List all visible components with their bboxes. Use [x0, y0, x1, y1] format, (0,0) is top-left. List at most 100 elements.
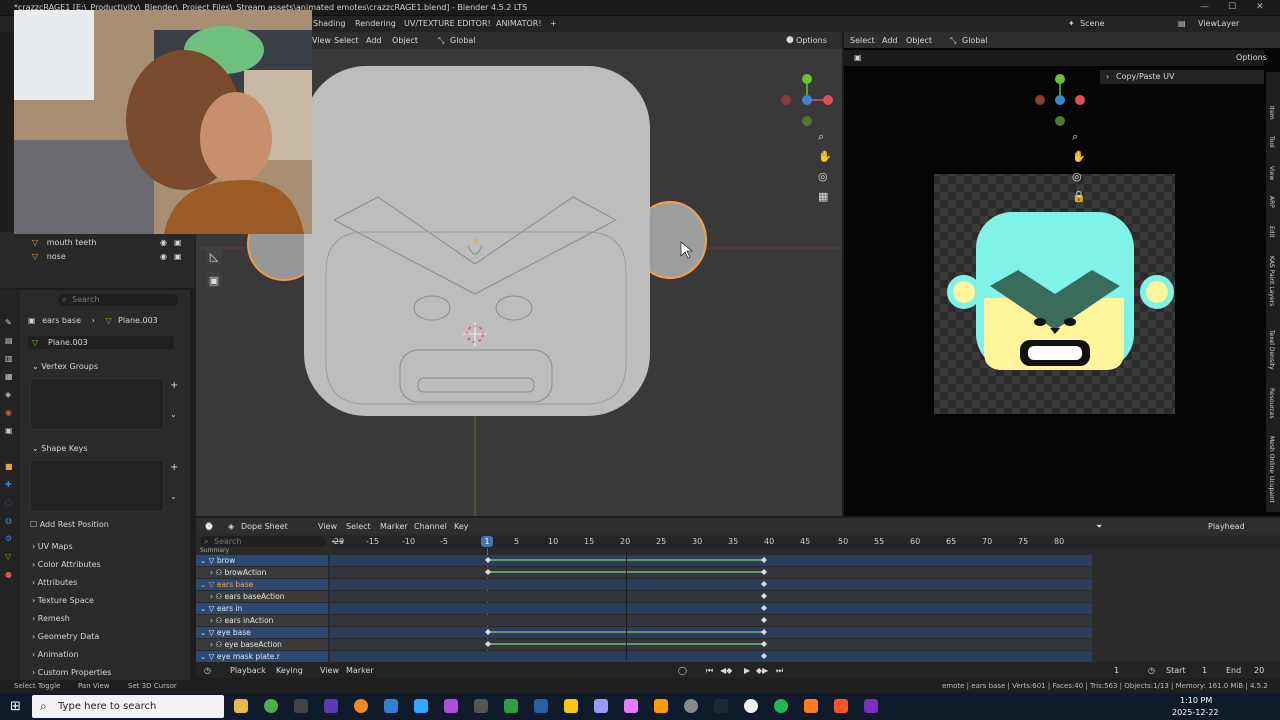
end-frame-field[interactable]: 20 — [1254, 666, 1264, 675]
app-icon[interactable] — [804, 699, 818, 713]
vertex-groups-list[interactable] — [30, 378, 164, 430]
timeline-marker-menu[interactable]: Marker — [346, 666, 374, 675]
render-camera-icon[interactable]: ▣ — [174, 238, 182, 247]
blender-icon[interactable] — [354, 699, 368, 713]
filter-icon[interactable]: ⏷ — [1096, 522, 1102, 532]
start-frame-field[interactable]: 1 — [1202, 666, 1207, 675]
current-frame-field[interactable]: 1 — [1114, 666, 1119, 675]
app-icon[interactable] — [444, 699, 458, 713]
shading-solid-icon[interactable]: ● — [786, 35, 794, 45]
app-icon[interactable] — [744, 699, 758, 713]
dope-menu-key[interactable]: Key — [454, 522, 469, 531]
mesh-name-field[interactable]: ▽ Plane.003 — [28, 336, 174, 349]
data-tab-icon[interactable]: ▽ — [5, 552, 11, 561]
playhead-select[interactable]: Playhead — [1208, 522, 1245, 531]
uv-menu-add[interactable]: Add — [882, 36, 898, 45]
app-icon[interactable] — [384, 699, 398, 713]
uv-editor[interactable]: ⌕ ✋ ◎ 🔒 Item Tool View ARP Edit KAS Pain… — [844, 32, 1280, 516]
vertex-groups-header[interactable]: ⌄ Vertex Groups — [32, 362, 98, 371]
particles-tab-icon[interactable]: ◌ — [5, 498, 12, 507]
transform-orientation-select[interactable]: Global — [450, 36, 476, 45]
render-tab-icon[interactable]: ▤ — [5, 336, 13, 345]
uv-sync-icon[interactable]: ▣ — [854, 53, 862, 62]
app-icon[interactable] — [324, 699, 338, 713]
jump-start-icon[interactable]: ⏮ — [706, 666, 713, 676]
viewlayer-selector[interactable]: ViewLayer — [1198, 19, 1239, 28]
app-icon[interactable] — [864, 699, 878, 713]
shape-key-menu-icon[interactable]: ⌄ — [170, 492, 177, 501]
channel-brow-action[interactable]: › ⚇ browAction — [196, 567, 328, 578]
photoshop-icon[interactable] — [414, 699, 428, 713]
play-app-icon[interactable] — [504, 699, 518, 713]
current-frame-indicator[interactable]: 1 — [481, 536, 493, 547]
autokey-record-icon[interactable]: ◯ — [678, 666, 687, 675]
add-rest-position-checkbox[interactable]: ☐ Add Rest Position — [30, 520, 109, 529]
scene-selector[interactable]: Scene — [1080, 19, 1104, 28]
calculator-icon[interactable] — [534, 699, 548, 713]
object-tab-icon[interactable]: ■ — [5, 462, 13, 471]
uv-tab-ucupaint[interactable]: Ucupaint — [1268, 476, 1275, 503]
steam-icon[interactable] — [714, 699, 728, 713]
app-icon[interactable] — [684, 699, 698, 713]
camera-icon[interactable]: ◎ — [818, 170, 828, 183]
prev-key-icon[interactable]: ◀◆ — [720, 666, 732, 675]
constraints-tab-icon[interactable]: ⚙ — [5, 534, 12, 543]
copy-paste-uv-panel[interactable]: › Copy/Paste UV — [1100, 70, 1264, 84]
uv-tab-texel[interactable]: Texel Density — [1268, 330, 1275, 370]
viewport-menu-object[interactable]: Object — [392, 36, 418, 45]
taskbar-search-input[interactable]: ⌕ Type here to search — [32, 695, 224, 718]
channel-brow[interactable]: ⌄ ▽ brow — [196, 555, 328, 566]
uv-transform-select[interactable]: Global — [962, 36, 988, 45]
uv-tab-view[interactable]: View — [1268, 166, 1275, 180]
section-animation[interactable]: › Animation — [32, 650, 79, 659]
channel-ears-in[interactable]: ⌄ ▽ ears in — [196, 603, 328, 614]
editor-type-icon[interactable]: ⌚ — [204, 522, 214, 531]
jump-end-icon[interactable]: ⏭ — [776, 666, 783, 676]
add-cube-tool-icon[interactable]: ▣ — [206, 272, 222, 288]
after-effects-icon[interactable] — [594, 699, 608, 713]
windows-start-icon[interactable]: ⊞ — [10, 699, 21, 714]
world-tab-icon[interactable]: ◉ — [5, 408, 12, 417]
spotify-icon[interactable] — [774, 699, 788, 713]
dope-mode-select[interactable]: Dope Sheet — [241, 522, 288, 531]
tab-shading[interactable]: Shading — [313, 19, 346, 28]
app-icon[interactable] — [474, 699, 488, 713]
dope-menu-view[interactable]: View — [318, 522, 337, 531]
chrome-icon[interactable] — [264, 699, 278, 713]
vertex-group-menu-icon[interactable]: ⌄ — [170, 410, 177, 419]
timeline-view-menu[interactable]: View — [320, 666, 339, 675]
physics-tab-icon[interactable]: ◍ — [5, 516, 12, 525]
section-remesh[interactable]: › Remesh — [32, 614, 70, 623]
shape-keys-header[interactable]: ⌄ Shape Keys — [32, 444, 88, 453]
next-key-icon[interactable]: ◆▶ — [756, 666, 768, 675]
keying-menu[interactable]: Keying — [276, 666, 303, 675]
minimize-button[interactable]: — — [1200, 2, 1209, 12]
view-layer-tab-icon[interactable]: ▦ — [5, 372, 13, 381]
playback-menu[interactable]: Playback — [230, 666, 266, 675]
output-tab-icon[interactable]: ▥ — [5, 354, 13, 363]
grid-icon[interactable]: ▦ — [818, 190, 828, 203]
premiere-icon[interactable] — [624, 699, 638, 713]
uv-camera-icon[interactable]: ◎ — [1072, 170, 1082, 183]
dope-menu-select[interactable]: Select — [346, 522, 371, 531]
tab-rendering[interactable]: Rendering — [355, 19, 396, 28]
uv-tab-arp[interactable]: ARP — [1268, 196, 1275, 208]
channel-ears-in-action[interactable]: › ⚇ ears inAction — [196, 615, 328, 626]
outliner-item-mouth-teeth[interactable]: ▽ mouth teeth — [32, 238, 96, 247]
viewport-menu-add[interactable]: Add — [366, 36, 382, 45]
viewport-menu-view[interactable]: View — [312, 36, 331, 45]
close-button[interactable]: ✕ — [1256, 2, 1264, 12]
modifier-tab-icon[interactable]: ✚ — [5, 480, 12, 489]
viewport-options-button[interactable]: Options — [796, 36, 827, 45]
file-explorer-icon[interactable] — [234, 699, 248, 713]
uv-pan-hand-icon[interactable]: ✋ — [1072, 150, 1086, 163]
pan-hand-icon[interactable]: ✋ — [818, 150, 832, 163]
section-texture-space[interactable]: › Texture Space — [32, 596, 94, 605]
add-vertex-group-button[interactable]: + — [170, 380, 178, 391]
shape-keys-list[interactable] — [30, 460, 164, 512]
uv-tab-edit[interactable]: Edit — [1268, 226, 1275, 238]
uv-tab-resources[interactable]: Resources — [1268, 388, 1275, 419]
outliner-item-nose[interactable]: ▽ nose — [32, 252, 66, 261]
uv-tab-kas[interactable]: KAS Paint Layers — [1268, 256, 1275, 306]
tab-animator[interactable]: ANIMATOR! — [496, 19, 542, 28]
